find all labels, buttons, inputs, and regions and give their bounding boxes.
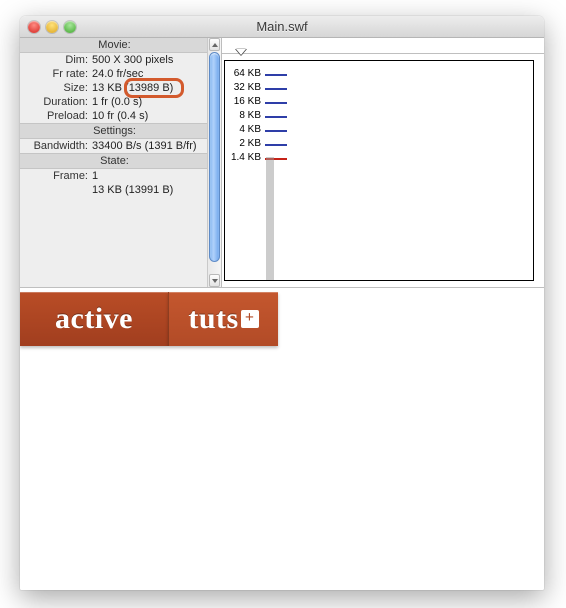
section-movie: Movie:: [20, 38, 209, 53]
tick-2kb: [265, 137, 299, 151]
stage: active tuts+: [20, 288, 544, 590]
ylabel: 16 KB: [225, 95, 265, 109]
value-dim: 500 X 300 pixels: [92, 54, 209, 66]
row-duration: Duration: 1 fr (0.0 s): [20, 95, 209, 109]
close-icon[interactable]: [28, 21, 40, 33]
scroll-track[interactable]: [208, 52, 221, 273]
row-dim: Dim: 500 X 300 pixels: [20, 53, 209, 67]
titlebar[interactable]: Main.swf: [20, 16, 544, 38]
logo-left: active: [20, 292, 168, 346]
value-bandwidth: 33400 B/s (1391 B/fr): [92, 140, 209, 152]
ylabel: 8 KB: [225, 109, 265, 123]
logo-right-text: tuts: [188, 302, 238, 336]
label-frame: Frame:: [20, 170, 92, 182]
label-dim: Dim:: [20, 54, 92, 66]
info-panel: Movie: Dim: 500 X 300 pixels Fr rate: 24…: [20, 38, 222, 287]
label-duration: Duration:: [20, 96, 92, 108]
value-size-prefix: 13 KB: [92, 82, 125, 94]
graph-bars: [265, 61, 299, 280]
value-duration: 1 fr (0.0 s): [92, 96, 209, 108]
ylabel: 1.4 KB: [225, 151, 265, 165]
value-frrate: 24.0 fr/sec: [92, 68, 209, 80]
row-bandwidth: Bandwidth: 33400 B/s (1391 B/fr): [20, 139, 209, 153]
ylabel: 4 KB: [225, 123, 265, 137]
y-axis-labels: 64 KB 32 KB 16 KB 8 KB 4 KB 2 KB 1.4 KB: [225, 61, 265, 280]
value-frame: 1: [92, 170, 209, 182]
value-size-bytes: (13989 B): [125, 82, 173, 94]
window-title: Main.swf: [20, 19, 544, 34]
ylabel: 32 KB: [225, 81, 265, 95]
graph-panel: 64 KB 32 KB 16 KB 8 KB 4 KB 2 KB 1.4 KB: [222, 38, 544, 287]
logo-right: tuts+: [168, 292, 278, 346]
label-bandwidth: Bandwidth:: [20, 140, 92, 152]
label-preload: Preload:: [20, 110, 92, 122]
tick-4kb: [265, 123, 299, 137]
scroll-up-icon[interactable]: [209, 38, 220, 51]
scrollbar[interactable]: [207, 38, 221, 287]
value-size: 13 KB (13989 B): [92, 82, 209, 94]
row-frrate: Fr rate: 24.0 fr/sec: [20, 67, 209, 81]
tick-16kb: [265, 95, 299, 109]
tick-8kb: [265, 109, 299, 123]
profiler-pane: Movie: Dim: 500 X 300 pixels Fr rate: 24…: [20, 38, 544, 288]
plus-icon: +: [241, 310, 259, 328]
tick-32kb: [265, 81, 299, 95]
row-frame-size: 13 KB (13991 B): [20, 183, 209, 197]
row-frame: Frame: 1: [20, 169, 209, 183]
row-size: Size: 13 KB (13989 B): [20, 81, 209, 95]
label-frrate: Fr rate:: [20, 68, 92, 80]
frame-bar: [266, 157, 274, 280]
ylabel: 2 KB: [225, 137, 265, 151]
zoom-icon[interactable]: [64, 21, 76, 33]
activetuts-logo: active tuts+: [20, 292, 278, 346]
row-preload: Preload: 10 fr (0.4 s): [20, 109, 209, 123]
value-frame-size: 13 KB (13991 B): [92, 184, 209, 196]
graph-body: 64 KB 32 KB 16 KB 8 KB 4 KB 2 KB 1.4 KB: [224, 60, 534, 281]
timeline-ruler[interactable]: [222, 38, 544, 54]
minimize-icon[interactable]: [46, 21, 58, 33]
scroll-down-icon[interactable]: [209, 274, 220, 287]
scroll-thumb[interactable]: [209, 52, 220, 262]
label-frame-size: [20, 184, 92, 196]
ylabel: 64 KB: [225, 67, 265, 81]
window-controls: [20, 21, 76, 33]
section-settings: Settings:: [20, 123, 209, 139]
window: Main.swf Movie: Dim: 500 X 300 pixels Fr…: [20, 16, 544, 590]
value-preload: 10 fr (0.4 s): [92, 110, 209, 122]
label-size: Size:: [20, 82, 92, 94]
section-state: State:: [20, 153, 209, 169]
tick-64kb: [265, 67, 299, 81]
